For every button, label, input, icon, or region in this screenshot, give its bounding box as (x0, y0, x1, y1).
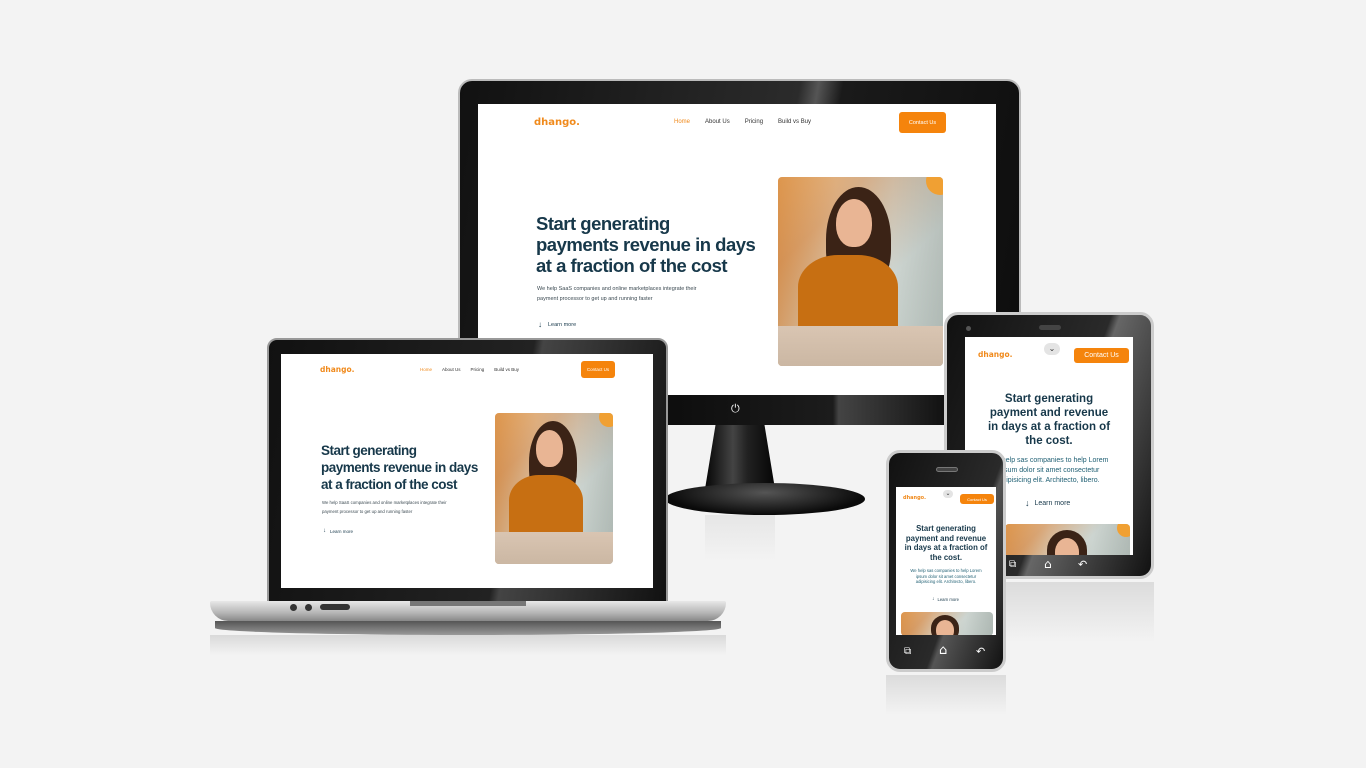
arrow-down-icon: ↓ (1025, 498, 1030, 508)
learn-more-link[interactable]: ↓ Learn more (323, 528, 353, 534)
recent-apps-icon[interactable]: ⧉ (1009, 559, 1016, 570)
back-icon[interactable]: ↶ (976, 645, 985, 658)
nav-about[interactable]: About Us (442, 367, 461, 372)
camera-icon (966, 326, 971, 331)
chevron-down-icon[interactable]: ⌄ (1044, 343, 1060, 355)
arrow-down-icon: ↓ (323, 528, 326, 534)
contact-button[interactable]: Contact Us (899, 112, 946, 133)
nav-build-vs-buy[interactable]: Build vs Buy (778, 119, 811, 125)
hero-subtext: We help SaaS companies and online market… (537, 286, 697, 302)
hero-heading: Start generating payments revenue in day… (321, 443, 478, 492)
laptop-reflection (210, 635, 726, 655)
hero-photo (495, 413, 613, 564)
nav-bar: Home About Us Pricing Build vs Buy (674, 119, 811, 125)
hero-photo (1005, 524, 1130, 555)
arrow-down-icon: ↓ (538, 320, 542, 329)
home-icon[interactable]: ⌂ (939, 643, 947, 658)
learn-more-link[interactable]: ↓ Learn more (1025, 498, 1070, 508)
contact-button[interactable]: Contact Us (581, 361, 615, 378)
hero-subtext: We help sas companies to help Lorem ipsu… (910, 568, 982, 584)
hero-photo (778, 177, 943, 366)
learn-more-link[interactable]: ↓ Learn more (932, 596, 959, 602)
back-icon[interactable]: ↶ (1078, 558, 1087, 571)
logo[interactable]: dhango. (320, 365, 354, 374)
nav-bar: Home About Us Pricing Build vs Buy (420, 367, 519, 372)
logo[interactable]: dhango. (903, 495, 926, 501)
port-icon (305, 604, 312, 611)
arrow-down-icon: ↓ (932, 596, 935, 602)
nav-pricing[interactable]: Pricing (745, 119, 763, 125)
speaker-grille (1039, 325, 1061, 330)
monitor-base (665, 483, 865, 515)
recent-apps-icon[interactable]: ⧉ (904, 646, 911, 657)
contact-button[interactable]: Contact Us (960, 494, 994, 504)
hero-subtext: We help SaaS companies and online market… (322, 500, 447, 514)
hero-heading: Start generating payment and revenue in … (904, 524, 988, 562)
phone-reflection (886, 675, 1006, 715)
nav-home[interactable]: Home (420, 367, 432, 372)
laptop-bottom (215, 621, 721, 635)
port-icon (290, 604, 297, 611)
logo[interactable]: dhango. (978, 350, 1012, 359)
speaker-grille (936, 467, 958, 472)
home-icon[interactable]: ⌂ (1044, 557, 1052, 571)
power-icon[interactable]: ⏻ (731, 402, 740, 416)
nav-build-vs-buy[interactable]: Build vs Buy (494, 367, 519, 372)
laptop-base (210, 601, 726, 621)
nav-home[interactable]: Home (674, 119, 690, 125)
learn-more-link[interactable]: ↓ Learn more (538, 320, 576, 329)
hero-heading: Start generating payment and revenue in … (987, 393, 1111, 447)
laptop-screen: dhango. Home About Us Pricing Build vs B… (281, 354, 653, 588)
port-icon (320, 604, 350, 610)
nav-pricing[interactable]: Pricing (471, 367, 485, 372)
hero-photo (901, 612, 993, 635)
contact-button[interactable]: Contact Us (1074, 348, 1129, 363)
logo[interactable]: dhango. (534, 117, 580, 128)
trackpad-notch (410, 601, 526, 606)
hero-heading: Start generating payments revenue in day… (536, 213, 756, 276)
nav-about[interactable]: About Us (705, 119, 730, 125)
monitor-reflection (705, 515, 775, 560)
phone-screen: dhango. ⌄ Contact Us Start generating pa… (896, 487, 996, 635)
monitor-chin (665, 395, 945, 425)
chevron-down-icon[interactable]: ⌄ (943, 490, 953, 498)
